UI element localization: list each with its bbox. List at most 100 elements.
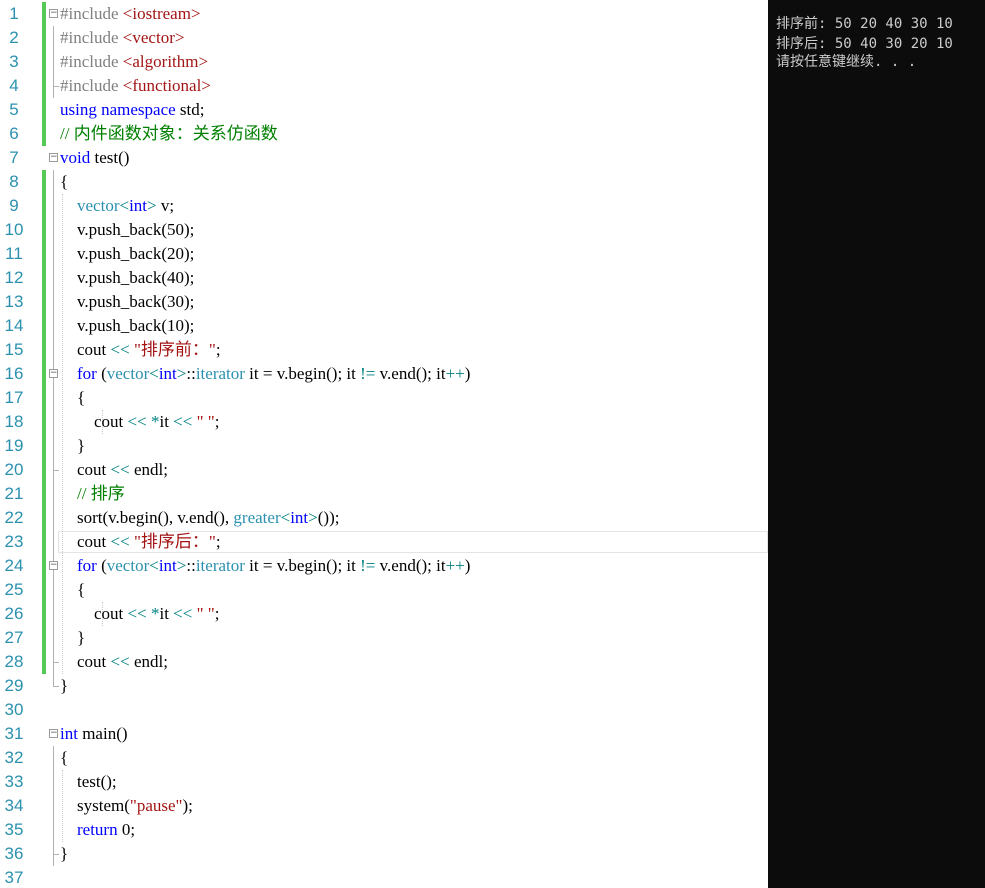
code-line[interactable]: 8{	[0, 170, 768, 194]
code-line[interactable]: 36}	[0, 842, 768, 866]
code-text: #include <functional>	[60, 74, 211, 98]
line-number: 8	[9, 172, 19, 191]
code-token: vector	[106, 364, 150, 383]
code-text: {	[60, 170, 68, 194]
code-text: using namespace std;	[60, 98, 204, 122]
code-line[interactable]: 11 v.push_back(20);	[0, 242, 768, 266]
code-line[interactable]: 29}	[0, 674, 768, 698]
code-line[interactable]: 17 {	[0, 386, 768, 410]
minus-box-icon[interactable]: −	[49, 561, 58, 570]
code-text: cout << "排序后：";	[60, 530, 221, 554]
minus-box-icon[interactable]: −	[49, 369, 58, 378]
code-text: }	[60, 434, 85, 458]
code-line[interactable]: 22 sort(v.begin(), v.end(), greater<int>…	[0, 506, 768, 530]
line-number: 11	[5, 244, 23, 263]
code-line[interactable]: 33 test();	[0, 770, 768, 794]
code-line[interactable]: 4 #include <functional>	[0, 74, 768, 98]
code-text: for (vector<int>::iterator it = v.begin(…	[60, 362, 470, 386]
code-token: v.push_back(50);	[60, 220, 195, 239]
code-editor[interactable]: 1− #include <iostream> 2 #include <vector> 3…	[0, 0, 768, 888]
code-line[interactable]: 21 // 排序	[0, 482, 768, 506]
minus-box-icon[interactable]: −	[49, 729, 58, 738]
code-line[interactable]: 5 using namespace std;	[0, 98, 768, 122]
code-line[interactable]: 26 cout << *it << " ";	[0, 602, 768, 626]
code-token: void	[60, 148, 91, 167]
code-line[interactable]: 32 {	[0, 746, 768, 770]
code-token: }	[60, 628, 86, 647]
code-token: // 排序	[77, 484, 125, 503]
code-line[interactable]: 1 − #include <iostream>	[0, 2, 768, 26]
code-line[interactable]: 20 cout << endl;	[0, 458, 768, 482]
code-token: ;	[214, 604, 220, 623]
code-token: v.push_back(30);	[60, 292, 195, 311]
code-token: vector	[106, 556, 150, 575]
line-number: 1	[9, 4, 19, 23]
code-token: "排序后："	[133, 532, 216, 551]
code-token: iterator	[195, 364, 245, 383]
code-text: v.push_back(20);	[60, 242, 194, 266]
code-token: ;	[215, 532, 221, 551]
code-token: <<	[110, 460, 130, 479]
code-token: <<	[110, 340, 130, 359]
code-line[interactable]: 27 }	[0, 626, 768, 650]
code-text: #include <iostream>	[60, 2, 201, 26]
code-text: v.push_back(40);	[60, 266, 194, 290]
line-number: 36	[4, 844, 24, 863]
line-number: 35	[4, 820, 24, 839]
line-number: 9	[9, 196, 19, 215]
code-line[interactable]: 19 }	[0, 434, 768, 458]
code-token: <	[149, 556, 159, 575]
code-token: int	[158, 364, 177, 383]
code-token: v.push_back(10);	[60, 316, 195, 335]
code-line[interactable]: 30	[0, 698, 768, 722]
code-token: }	[60, 436, 86, 455]
code-line[interactable]: 18 cout << *it << " ";	[0, 410, 768, 434]
code-token: "pause"	[129, 796, 183, 815]
code-line[interactable]: 7 − void test()	[0, 146, 768, 170]
code-token: #include	[60, 28, 123, 47]
code-text: sort(v.begin(), v.end(), greater<int>())…	[60, 506, 339, 530]
line-number: 3	[9, 52, 19, 71]
code-token: for	[77, 556, 97, 575]
code-line[interactable]: 13 v.push_back(30);	[0, 290, 768, 314]
code-line[interactable]: 34 system("pause");	[0, 794, 768, 818]
code-line[interactable]: 9 vector<int> v;	[0, 194, 768, 218]
code-line[interactable]: 28 cout << endl;	[0, 650, 768, 674]
code-line[interactable]: 35 return 0;	[0, 818, 768, 842]
code-token: {	[60, 580, 86, 599]
code-line[interactable]: 6 // 内件函数对象：关系仿函数	[0, 122, 768, 146]
code-token: iterator	[195, 556, 245, 575]
code-line[interactable]: 14 v.push_back(10);	[0, 314, 768, 338]
code-text: #include <algorithm>	[60, 50, 208, 74]
line-number: 32	[4, 748, 24, 767]
code-line[interactable]: 23 cout << "排序后：";	[0, 530, 768, 554]
code-text: }	[60, 674, 68, 698]
code-text: test();	[60, 770, 117, 794]
code-token: <<	[110, 532, 130, 551]
code-line[interactable]: 15 cout << "排序前：";	[0, 338, 768, 362]
minus-box-icon[interactable]: −	[49, 153, 58, 162]
code-line[interactable]: 3 #include <algorithm>	[0, 50, 768, 74]
line-number: 14	[4, 316, 24, 335]
code-text: v.push_back(50);	[60, 218, 194, 242]
code-line[interactable]: 24 − for (vector<int>::iterator it = v.be…	[0, 554, 768, 578]
code-token: using	[60, 100, 97, 119]
code-token: it	[159, 412, 174, 431]
code-token: sort(v.begin(), v.end(),	[60, 508, 234, 527]
console-window[interactable]: 排序前: 50 20 40 30 10 排序后: 50 40 30 20 10 …	[768, 0, 985, 888]
code-token: " "	[196, 412, 215, 431]
code-text: void test()	[60, 146, 129, 170]
code-line[interactable]: 25 {	[0, 578, 768, 602]
code-line[interactable]: 16 − for (vector<int>::iterator it = v.be…	[0, 362, 768, 386]
code-line[interactable]: 37	[0, 866, 768, 888]
code-line[interactable]: 31 − int main()	[0, 722, 768, 746]
code-line[interactable]: 10 v.push_back(50);	[0, 218, 768, 242]
code-line[interactable]: 2 #include <vector>	[0, 26, 768, 50]
code-text: cout << *it << " ";	[60, 602, 219, 626]
minus-box-icon[interactable]: −	[49, 9, 58, 18]
code-line[interactable]: 12 v.push_back(40);	[0, 266, 768, 290]
code-token: {	[60, 388, 86, 407]
